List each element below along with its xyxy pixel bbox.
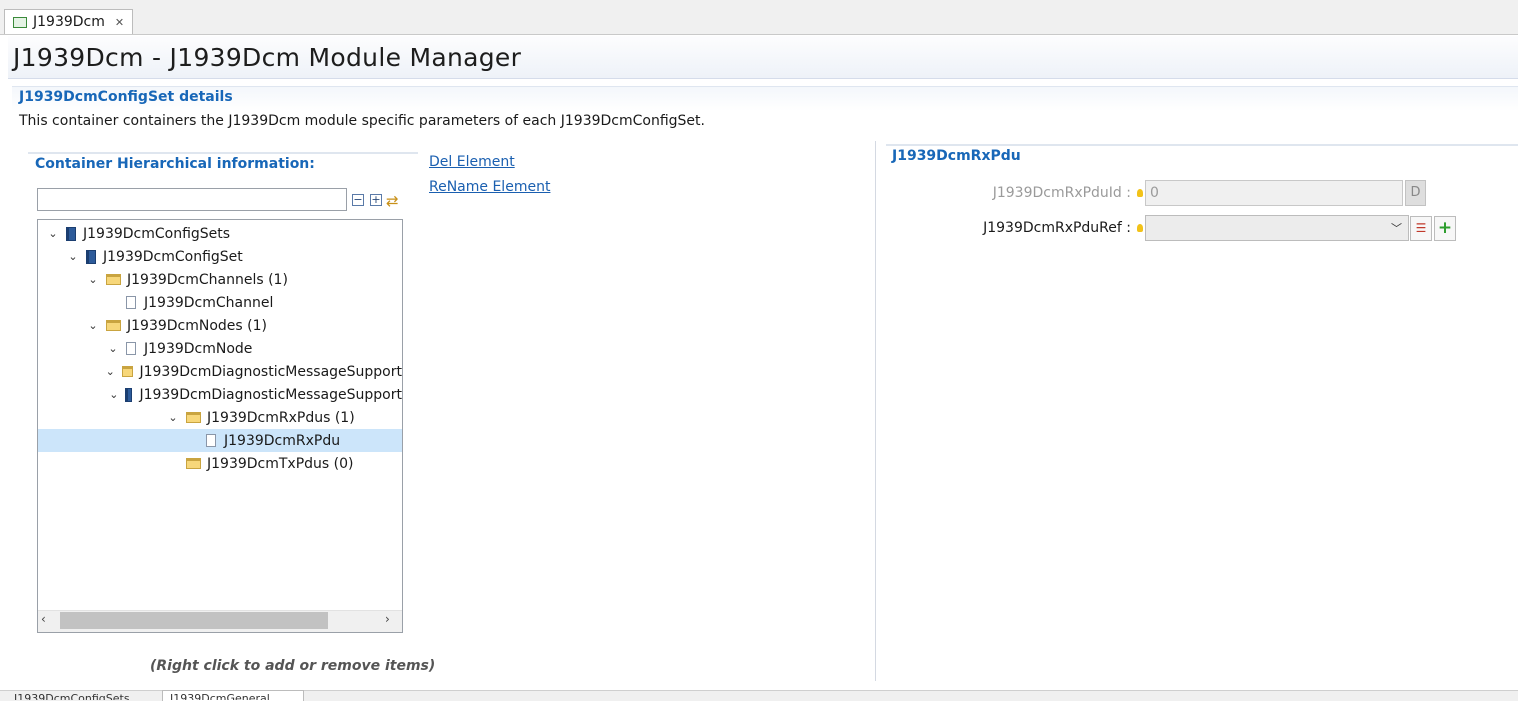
chevron-down-icon[interactable]: ⌄ <box>106 342 120 355</box>
section-bar <box>12 86 1518 111</box>
chevron-down-icon[interactable]: ⌄ <box>105 365 116 378</box>
tree-item[interactable]: J1939DcmChannel <box>38 291 402 314</box>
list-reference-button[interactable]: ☰ <box>1410 216 1432 241</box>
tree-item-label: J1939DcmRxPdus (1) <box>207 409 355 426</box>
editor-tab-bar <box>0 0 1518 35</box>
tree-item[interactable]: J1939DcmTxPdus (0) <box>38 452 402 475</box>
tree-item-label: J1939DcmTxPdus (0) <box>207 455 354 472</box>
editor-tab-label: J1939Dcm <box>33 14 105 30</box>
book-icon <box>86 249 96 264</box>
add-reference-button[interactable]: + <box>1434 216 1456 241</box>
lightbulb-icon[interactable] <box>1137 224 1143 232</box>
scroll-left-icon[interactable]: ‹ <box>41 612 46 626</box>
chevron-down-icon[interactable]: ﹀ <box>1391 220 1402 236</box>
tree-item[interactable]: ⌄ J1939DcmConfigSet <box>38 245 402 268</box>
details-title: J1939DcmRxPdu <box>892 148 1021 164</box>
chevron-down-icon[interactable]: ⌄ <box>86 319 100 332</box>
tree-item[interactable]: ⌄ J1939DcmNode <box>38 337 402 360</box>
collapse-all-icon[interactable]: − <box>352 194 364 206</box>
hint-text: (Right click to add or remove items) <box>150 658 436 674</box>
file-icon <box>126 342 136 355</box>
folder-icon <box>186 412 201 423</box>
bottom-tab-general[interactable]: J1939DcmGeneral <box>170 692 298 700</box>
tree-item-label: J1939DcmChannel <box>144 294 274 311</box>
editor-tab-j1939dcm[interactable]: J1939Dcm ✕ <box>4 9 134 34</box>
section-description: This container containers the J1939Dcm m… <box>19 113 705 129</box>
tree-item-label: J1939DcmNodes (1) <box>127 317 267 334</box>
tree-filter-input[interactable] <box>37 188 347 211</box>
tree-item-label: J1939DcmChannels (1) <box>127 271 288 288</box>
tree-item-label: J1939DcmNode <box>144 340 253 357</box>
lightbulb-icon[interactable] <box>1137 189 1143 197</box>
tree-item-label: J1939DcmConfigSet <box>103 248 243 265</box>
rx-pdu-id-field[interactable]: 0 <box>1145 180 1403 206</box>
bottom-tab-config-sets[interactable]: J1939DcmConfigSets <box>14 692 154 700</box>
rx-pdu-id-label: J1939DcmRxPduId : <box>992 185 1131 201</box>
folder-icon <box>106 320 121 331</box>
tree-item[interactable]: J1939DcmRxPdu <box>38 429 402 452</box>
file-icon <box>206 434 216 447</box>
folder-icon <box>106 274 121 285</box>
chevron-down-icon[interactable]: ⌄ <box>46 227 60 240</box>
close-icon[interactable]: ✕ <box>115 16 124 29</box>
container-tree[interactable]: ⌄ J1939DcmConfigSets ⌄ J1939DcmConfigSet ⌄ J1… <box>37 219 403 633</box>
book-icon <box>66 226 76 241</box>
chevron-down-icon[interactable]: ⌄ <box>86 273 100 286</box>
tree-item[interactable]: ⌄ J1939DcmRxPdus (1) <box>38 406 402 429</box>
folder-icon <box>121 366 134 377</box>
tree-item[interactable]: ⌄ J1939DcmDiagnosticMessageSupport <box>38 360 402 383</box>
tree-item-label: J1939DcmConfigSets <box>83 225 231 242</box>
editor-icon <box>13 16 27 28</box>
tree-item[interactable]: ⌄ J1939DcmNodes (1) <box>38 314 402 337</box>
rx-pdu-ref-label: J1939DcmRxPduRef : <box>983 220 1131 236</box>
del-element-link[interactable]: Del Element <box>429 154 515 170</box>
file-icon <box>126 296 136 309</box>
details-title-bar <box>886 144 1518 146</box>
section-title[interactable]: J1939DcmConfigSet details <box>19 89 233 105</box>
scrollbar-thumb[interactable] <box>60 612 328 629</box>
hierarchy-title-bar <box>28 152 418 154</box>
hierarchy-title: Container Hierarchical information: <box>35 156 315 172</box>
tree-item-label: J1939DcmDiagnosticMessageSupport <box>139 386 402 403</box>
expand-all-icon[interactable]: + <box>370 194 382 206</box>
page-title: J1939Dcm - J1939Dcm Module Manager <box>13 43 522 72</box>
scroll-right-icon[interactable]: › <box>385 612 390 626</box>
rx-pdu-ref-select[interactable] <box>1145 215 1409 241</box>
folder-icon <box>186 458 201 469</box>
rename-element-link[interactable]: ReName Element <box>429 179 550 195</box>
tree-item[interactable]: ⌄ J1939DcmConfigSets <box>38 222 402 245</box>
chevron-down-icon[interactable]: ⌄ <box>166 411 180 424</box>
tree-item[interactable]: ⌄ J1939DcmChannels (1) <box>38 268 402 291</box>
chevron-down-icon[interactable]: ⌄ <box>66 250 80 263</box>
book-icon <box>124 387 133 402</box>
default-value-button[interactable]: D <box>1405 180 1426 206</box>
tree-item-label: J1939DcmRxPdu <box>224 432 341 449</box>
chevron-down-icon[interactable]: ⌄ <box>109 388 118 401</box>
sync-icon[interactable]: ⇄ <box>386 192 399 210</box>
tree-item-label: J1939DcmDiagnosticMessageSupport <box>139 363 402 380</box>
tree-item[interactable]: ⌄ J1939DcmDiagnosticMessageSupport <box>38 383 402 406</box>
